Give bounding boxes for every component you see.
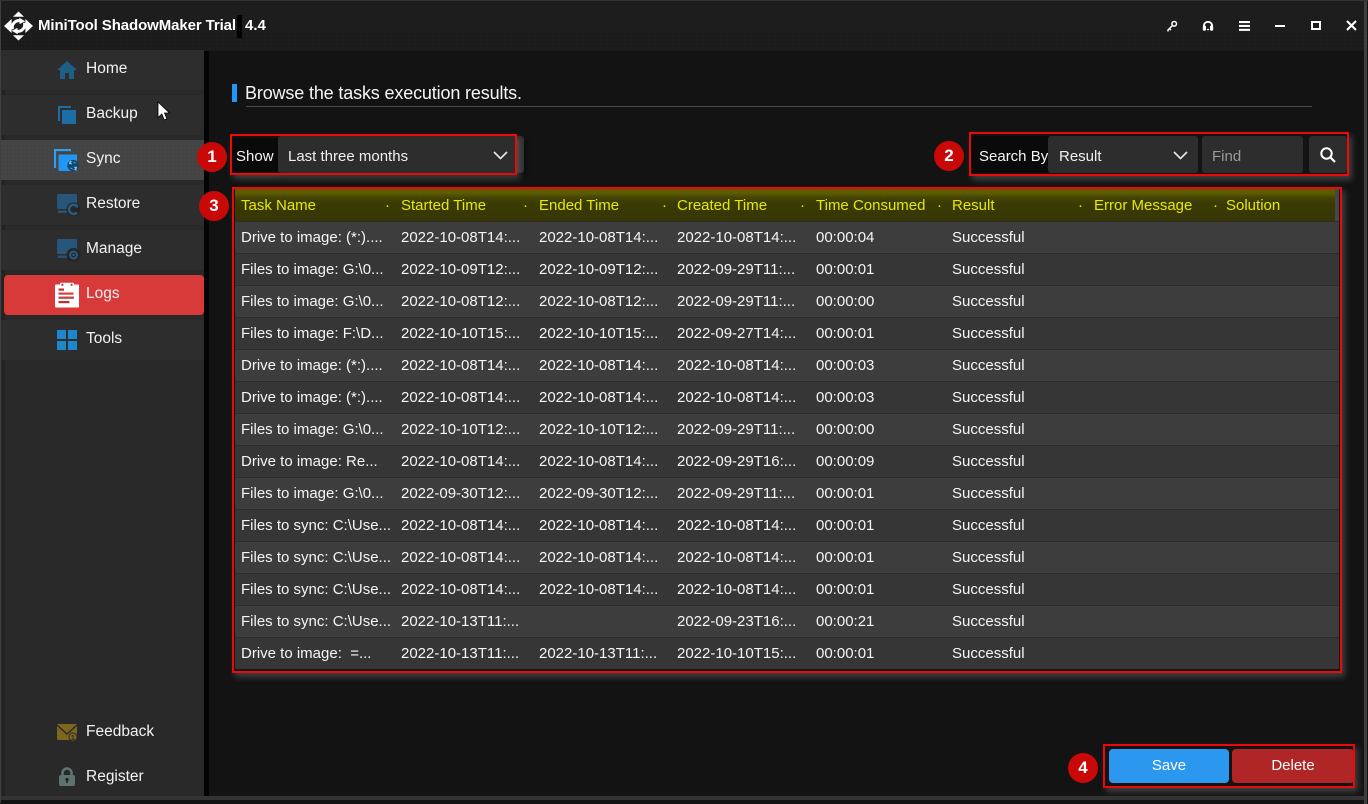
svg-text:1: 1 — [71, 735, 75, 742]
